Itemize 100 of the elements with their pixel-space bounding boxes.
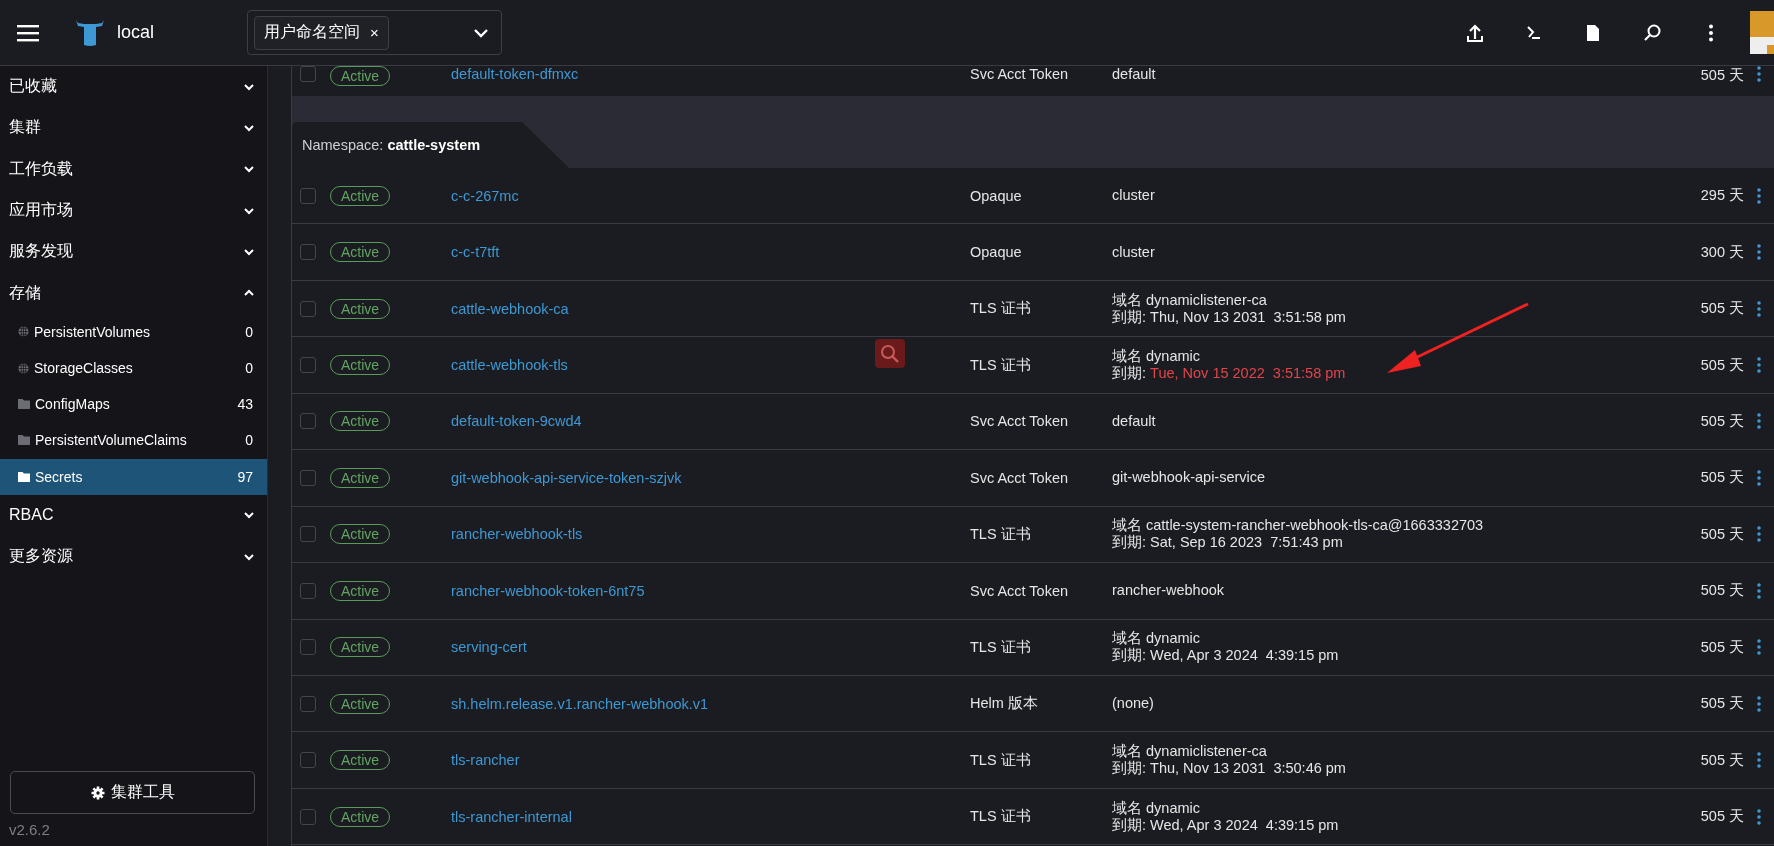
nav-item[interactable]: Secrets 97 bbox=[0, 458, 267, 495]
more-icon bbox=[1757, 300, 1761, 317]
secret-name-link[interactable]: c-c-t7tft bbox=[451, 244, 500, 261]
row-checkbox[interactable] bbox=[300, 357, 316, 374]
domain-text: 域名 dynamic bbox=[1112, 348, 1202, 365]
nav-group[interactable]: 工作负载 bbox=[0, 148, 267, 190]
secret-name-link[interactable]: default-token-dfmxc bbox=[451, 66, 579, 82]
row-checkbox[interactable] bbox=[300, 300, 316, 317]
namespace-select[interactable]: 用户命名空间 × bbox=[247, 10, 502, 55]
row-actions-button[interactable] bbox=[1757, 413, 1761, 430]
type-cell-text: Svc Acct Token bbox=[970, 582, 1070, 599]
secret-name-link[interactable]: rancher-webhook-tls bbox=[451, 526, 583, 543]
row-checkbox[interactable] bbox=[300, 752, 316, 769]
document-icon bbox=[1585, 23, 1600, 42]
age-cell: 505 天 bbox=[1700, 524, 1744, 544]
folder-icon bbox=[18, 471, 30, 482]
domain-text: 域名 dynamiclistener-ca bbox=[1112, 291, 1268, 309]
version-label: v2.6.2 bbox=[9, 821, 51, 838]
nav-group[interactable]: 应用市场 bbox=[0, 189, 267, 232]
secret-name-link[interactable]: tls-rancher bbox=[451, 752, 520, 769]
more-icon bbox=[1707, 23, 1714, 42]
row-actions-button[interactable] bbox=[1757, 808, 1761, 825]
data-cell-text: git-webhook-api-service bbox=[1112, 469, 1267, 487]
row-checkbox[interactable] bbox=[300, 469, 316, 486]
namespace-chip: 用户命名空间 × bbox=[254, 15, 389, 50]
secret-name-link[interactable]: cattle-webhook-tls bbox=[451, 357, 568, 374]
terminal-icon bbox=[1525, 24, 1542, 41]
secret-name-link[interactable]: sh.helm.release.v1.rancher-webhook.v1 bbox=[451, 695, 709, 712]
globe-icon bbox=[18, 326, 29, 338]
row-checkbox[interactable] bbox=[300, 695, 316, 712]
search-icon bbox=[880, 343, 900, 364]
data-cell-text: rancher-webhook bbox=[1112, 582, 1226, 600]
type-cell-text: Opaque bbox=[970, 187, 1023, 204]
item-count: 0 bbox=[245, 323, 253, 340]
chevron-down-icon bbox=[243, 246, 255, 257]
expiry-text: 到期: Sat, Sep 16 2023 7:51:43 pm bbox=[1112, 534, 1344, 552]
nav-item[interactable]: StorageClasses 0 bbox=[0, 349, 267, 387]
secret-name-link[interactable]: serving-cert bbox=[451, 639, 527, 656]
row-actions-button[interactable] bbox=[1757, 752, 1761, 769]
row-checkbox[interactable] bbox=[300, 244, 316, 261]
nav-item[interactable]: PersistentVolumes 0 bbox=[0, 313, 267, 350]
bull-logo-icon bbox=[75, 18, 105, 47]
age-cell: 505 天 bbox=[1700, 807, 1744, 827]
search-icon bbox=[1642, 23, 1661, 42]
folder-icon bbox=[18, 399, 30, 410]
secret-name-link[interactable]: tls-rancher-internal bbox=[451, 808, 572, 825]
menu-button[interactable] bbox=[17, 23, 41, 42]
domain-text: 域名 dynamiclistener-ca bbox=[1112, 743, 1268, 760]
chip-remove-button[interactable]: × bbox=[370, 24, 379, 41]
nav-group[interactable]: 服务发现 bbox=[0, 231, 267, 273]
row-checkbox[interactable] bbox=[300, 526, 316, 543]
cluster-tools-button[interactable]: 集群工具 bbox=[10, 771, 255, 814]
row-checkbox[interactable] bbox=[300, 808, 316, 825]
row-checkbox[interactable] bbox=[300, 582, 316, 599]
nav-group[interactable]: 存储 bbox=[0, 272, 267, 314]
row-checkbox[interactable] bbox=[300, 413, 316, 430]
row-actions-button[interactable] bbox=[1757, 469, 1761, 486]
more-icon bbox=[1757, 582, 1761, 599]
type-cell-text: TLS 证书 bbox=[970, 355, 1032, 375]
row-actions-button[interactable] bbox=[1757, 526, 1761, 543]
nav-group[interactable]: 集群 bbox=[0, 107, 267, 149]
age-cell: 505 天 bbox=[1700, 468, 1744, 488]
expiry-text: 到期: Thu, Nov 13 2031 3:51:58 pm bbox=[1112, 308, 1347, 326]
row-checkbox[interactable] bbox=[300, 639, 316, 656]
expiry-text: 到期: Wed, Apr 3 2024 4:39:15 pm bbox=[1112, 816, 1340, 834]
upload-icon bbox=[1465, 22, 1484, 43]
type-cell-text: TLS 证书 bbox=[970, 299, 1032, 319]
nav-group[interactable]: RBAC bbox=[0, 494, 267, 536]
more-icon bbox=[1757, 413, 1761, 430]
row-actions-button[interactable] bbox=[1757, 244, 1761, 261]
age-cell: 505 天 bbox=[1700, 694, 1744, 714]
row-actions-button[interactable] bbox=[1757, 582, 1761, 599]
nav-group[interactable]: 更多资源 bbox=[0, 536, 267, 578]
row-actions-button[interactable] bbox=[1757, 639, 1761, 656]
cluster-name: local bbox=[117, 22, 156, 43]
chevron-down-icon bbox=[243, 164, 255, 175]
row-checkbox[interactable] bbox=[300, 66, 316, 82]
item-count: 97 bbox=[237, 468, 253, 485]
expiry-text: 到期: Tue, Nov 15 2022 3:51:58 pm bbox=[1112, 365, 1347, 383]
row-actions-button[interactable] bbox=[1757, 187, 1761, 204]
more-icon bbox=[1757, 808, 1761, 825]
row-actions-button[interactable] bbox=[1757, 357, 1761, 374]
row-actions-button[interactable] bbox=[1757, 695, 1761, 712]
row-checkbox[interactable] bbox=[300, 187, 316, 204]
nav-group[interactable]: 已收藏 bbox=[0, 66, 267, 108]
expiry-text: 到期: Thu, Nov 13 2031 3:50:46 pm bbox=[1112, 760, 1347, 778]
nav-item[interactable]: PersistentVolumeClaims 0 bbox=[0, 422, 267, 459]
secret-name-link[interactable]: rancher-webhook-token-6nt75 bbox=[451, 582, 645, 599]
nav-item[interactable]: ConfigMaps 43 bbox=[0, 386, 267, 423]
secret-name-link[interactable]: git-webhook-api-service-token-szjvk bbox=[451, 469, 682, 486]
magnifier-button[interactable] bbox=[875, 339, 905, 368]
more-icon bbox=[1757, 526, 1761, 543]
secret-name-link[interactable]: cattle-webhook-ca bbox=[451, 300, 569, 317]
more-icon bbox=[1757, 187, 1761, 204]
secret-name-link[interactable]: default-token-9cwd4 bbox=[451, 413, 582, 430]
more-icon bbox=[1757, 752, 1761, 769]
row-actions-button[interactable] bbox=[1757, 300, 1761, 317]
age-cell: 505 天 bbox=[1700, 750, 1744, 770]
row-actions-button[interactable] bbox=[1757, 66, 1761, 82]
secret-name-link[interactable]: c-c-267mc bbox=[451, 187, 519, 204]
